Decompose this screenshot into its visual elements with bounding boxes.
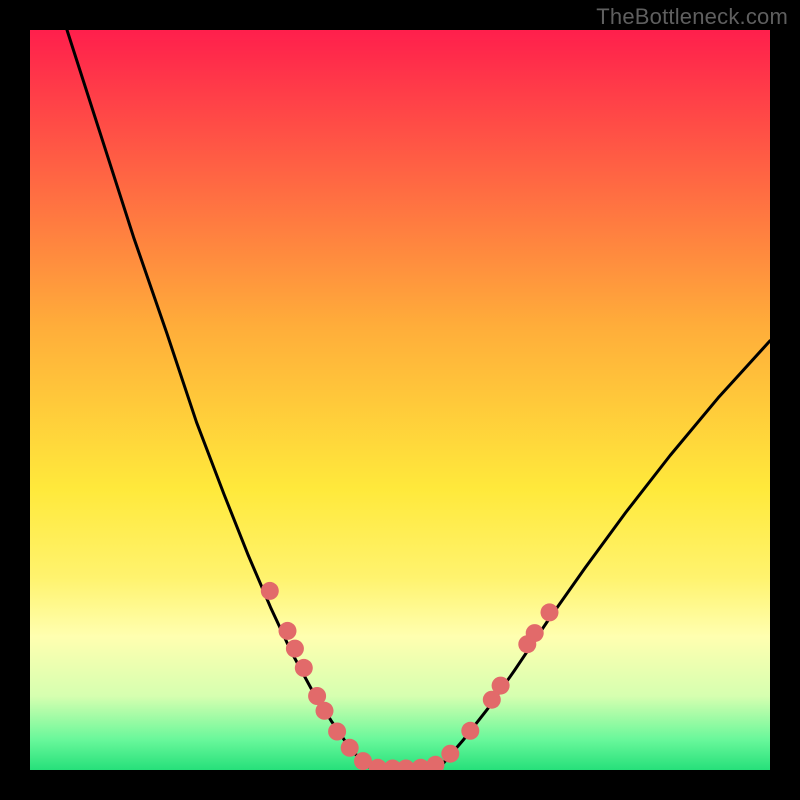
data-marker: [316, 702, 334, 720]
data-marker: [441, 745, 459, 763]
data-marker: [541, 603, 559, 621]
gradient-background: [30, 30, 770, 770]
data-marker: [492, 677, 510, 695]
data-marker: [526, 624, 544, 642]
plot-area: [30, 30, 770, 770]
data-marker: [328, 723, 346, 741]
data-marker: [286, 640, 304, 658]
chart-svg: [30, 30, 770, 770]
data-marker: [295, 659, 313, 677]
data-marker: [341, 739, 359, 757]
data-marker: [261, 582, 279, 600]
data-marker: [279, 622, 297, 640]
data-marker: [461, 722, 479, 740]
watermark-text: TheBottleneck.com: [596, 4, 788, 30]
chart-frame: TheBottleneck.com: [0, 0, 800, 800]
